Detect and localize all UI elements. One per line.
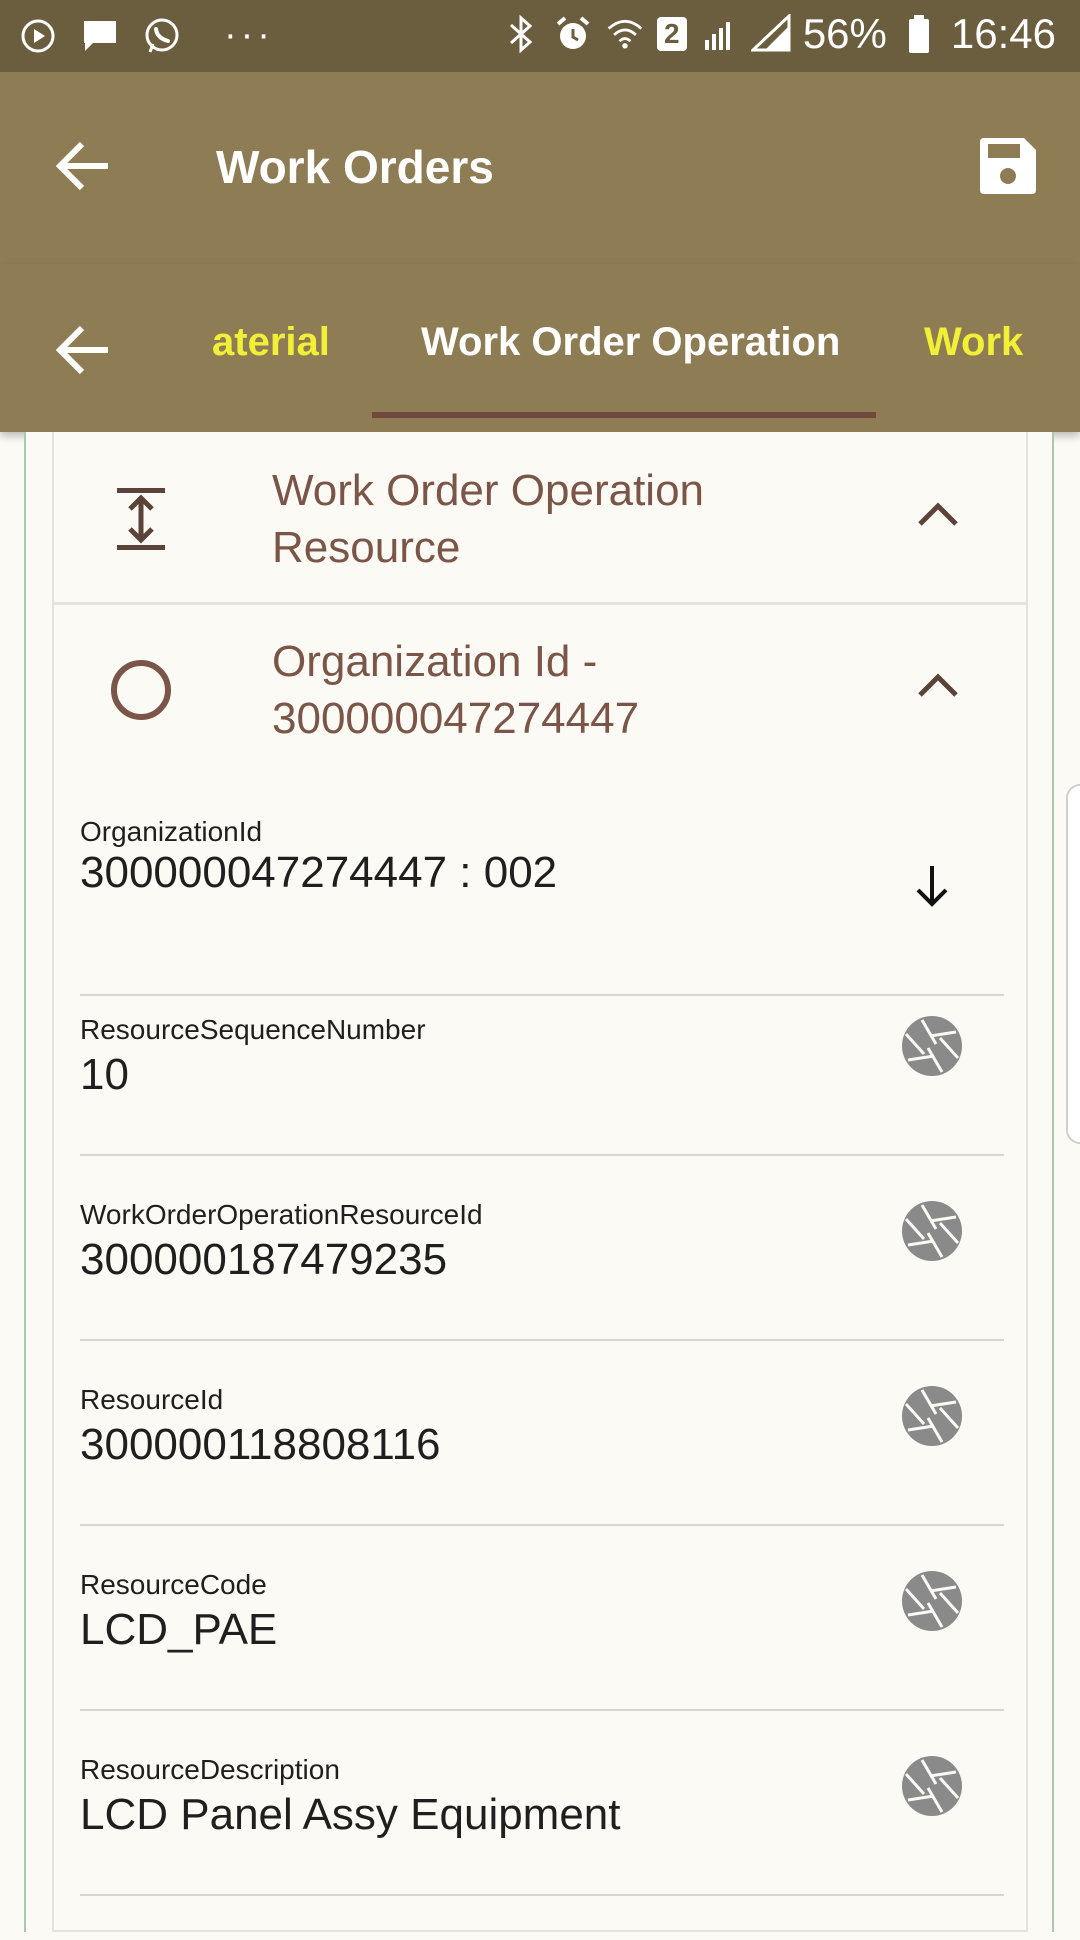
back-arrow-icon[interactable] — [52, 134, 116, 198]
aperture-icon[interactable] — [900, 1754, 964, 1818]
battery-icon — [899, 14, 939, 54]
resource-id-field[interactable]: ResourceId 300000118808116 — [80, 1384, 1004, 1570]
aperture-icon[interactable] — [900, 1199, 964, 1263]
field-label: OrganizationId — [80, 816, 263, 847]
field-underline — [80, 1524, 1004, 1526]
save-icon[interactable] — [976, 134, 1040, 198]
field-value[interactable]: LCD Panel Assy Equipment — [80, 1790, 621, 1840]
chevron-up-icon[interactable] — [910, 659, 966, 715]
app-bar: Work Orders — [0, 72, 1080, 264]
tab-work-order-operation[interactable]: Work Order Operation — [421, 320, 840, 365]
bluetooth-icon — [501, 14, 541, 54]
aperture-icon[interactable] — [900, 1014, 964, 1078]
field-label: ResourceCode — [80, 1569, 267, 1600]
field-value[interactable]: 300000047274447 : 002 — [80, 848, 557, 898]
resource-sequence-number-field[interactable]: ResourceSequenceNumber 10 — [80, 1014, 1004, 1200]
status-notifications: ··· — [18, 14, 274, 57]
field-value[interactable]: 10 — [80, 1050, 129, 1100]
field-underline — [80, 1339, 1004, 1341]
field-underline — [80, 1894, 1004, 1896]
clock: 16:46 — [950, 10, 1056, 57]
detail-card: Work Order Operation Resource Organizati… — [52, 432, 1028, 1932]
record-title: Organization Id - 300000047274447 — [272, 637, 640, 743]
status-system: 2 56% 16:46 — [501, 10, 1056, 58]
chevron-up-icon[interactable] — [910, 488, 966, 544]
battery-percent: 56% — [802, 10, 887, 57]
arrow-down-icon[interactable] — [900, 854, 964, 918]
section-header[interactable]: Work Order Operation Resource — [54, 432, 1026, 602]
tab-back-arrow-icon[interactable] — [52, 318, 116, 382]
status-bar: ··· 2 56% 16:46 — [0, 0, 1080, 72]
more-notifications-icon: ··· — [224, 14, 274, 56]
tab-work[interactable]: Work — [924, 320, 1023, 365]
field-label: WorkOrderOperationResourceId — [80, 1199, 483, 1230]
whatsapp-icon — [142, 16, 182, 56]
signal-r-icon — [699, 14, 739, 54]
side-drawer-handle[interactable] — [1066, 784, 1080, 1144]
sim-badge: 2 — [656, 17, 687, 51]
wifi-icon — [605, 14, 645, 54]
field-label: ResourceId — [80, 1384, 224, 1415]
resource-description-field[interactable]: ResourceDescription LCD Panel Assy Equip… — [80, 1754, 1004, 1940]
expand-vertical-icon — [106, 484, 176, 554]
resource-code-field[interactable]: ResourceCode LCD_PAE — [80, 1569, 1004, 1755]
field-value[interactable]: LCD_PAE — [80, 1605, 277, 1655]
field-label: ResourceDescription — [80, 1754, 340, 1785]
field-underline — [80, 994, 1004, 996]
message-icon — [80, 16, 120, 56]
organization-id-field[interactable]: OrganizationId 300000047274447 : 002 — [80, 816, 1004, 996]
work-order-operation-resource-id-field[interactable]: WorkOrderOperationResourceId 30000018747… — [80, 1199, 1004, 1385]
field-value[interactable]: 300000118808116 — [80, 1420, 441, 1470]
media-play-icon — [18, 16, 58, 56]
alarm-icon — [553, 14, 593, 54]
field-label: ResourceSequenceNumber — [80, 1014, 426, 1045]
aperture-icon[interactable] — [900, 1384, 964, 1448]
signal-icon — [750, 14, 791, 54]
radio-circle-icon[interactable] — [106, 655, 176, 725]
section-title: Work Order Operation Resource — [272, 466, 705, 572]
field-value[interactable]: 300000187479235 — [80, 1235, 447, 1285]
field-underline — [80, 1709, 1004, 1711]
tab-material[interactable]: aterial — [212, 320, 330, 365]
record-header[interactable]: Organization Id - 300000047274447 — [54, 605, 1026, 775]
aperture-icon[interactable] — [900, 1569, 964, 1633]
field-underline — [80, 1154, 1004, 1156]
tab-bar: aterial Work Order Operation Work — [0, 264, 1080, 432]
active-tab-indicator — [372, 412, 876, 418]
page-title: Work Orders — [216, 141, 494, 193]
